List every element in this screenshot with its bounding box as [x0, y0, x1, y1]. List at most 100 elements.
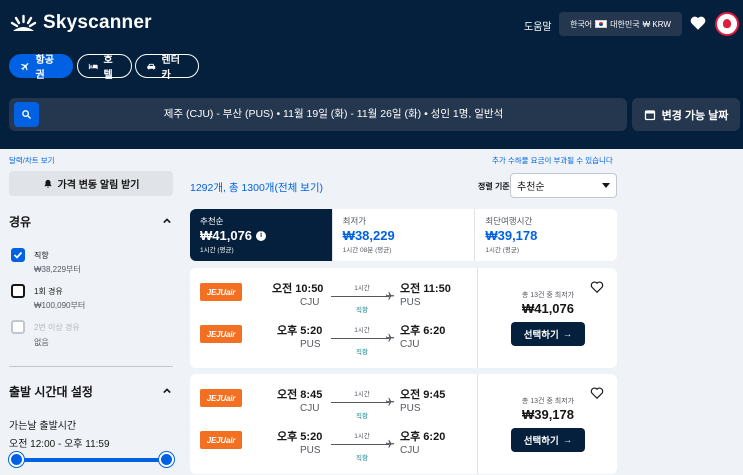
direct-label: 직항 — [356, 349, 368, 356]
currency-label: ₩ KRW — [642, 19, 671, 29]
outbound-leg: JEJUair 오전 10:50 CJU 1시간 직항 오전 11:50 PUS — [190, 277, 477, 317]
bed-icon — [88, 63, 98, 69]
return-leg: JEJUair 오후 5:20 PUS 1시간 직항 오후 6:20 CJU — [190, 425, 477, 465]
tab-hotels[interactable]: 호텔 — [77, 54, 132, 81]
plane-icon — [385, 397, 395, 406]
flight-legs: JEJUair 오전 8:45 CJU 1시간 직항 오전 9:45 PUS J… — [190, 374, 477, 474]
stops-multi-checkbox — [11, 320, 25, 334]
results-count[interactable]: 1292개, 총 1300개(전체 보기) — [190, 180, 323, 195]
search-button[interactable] — [14, 102, 39, 127]
tab-cheapest[interactable]: 최저가 ₩38,229 1시간 08분 (평균) — [333, 209, 476, 261]
locale-selector[interactable]: 한국어 대한민국 ₩ KRW — [559, 12, 682, 36]
chevron-up-icon[interactable] — [163, 387, 171, 395]
flight-duration: 1시간 — [354, 285, 370, 292]
direct-label: 직항 — [356, 307, 368, 314]
bell-icon — [44, 179, 51, 188]
chevron-down-icon — [602, 183, 610, 188]
departure-time: 오후 5:20 — [277, 325, 323, 337]
help-link[interactable]: 도움말 — [524, 18, 552, 33]
sort-select[interactable]: 추천순 — [510, 173, 617, 198]
search-icon — [22, 110, 31, 119]
plane-icon — [385, 291, 395, 300]
sunrise-logo-icon — [10, 14, 37, 31]
arrow-right-icon: → — [562, 434, 573, 446]
arrival-time: 오전 11:50 — [400, 283, 451, 295]
offers-count: 총 13건 중 최저가 — [521, 398, 575, 405]
airline-logo: JEJUair — [200, 431, 242, 449]
flight-result-card[interactable]: JEJUair 오전 8:45 CJU 1시간 직항 오전 9:45 PUS J… — [190, 374, 617, 474]
arrival-time: 오전 9:45 — [400, 389, 446, 401]
arrival-airport: PUS — [400, 403, 421, 414]
tab-car-rental-label: 렌터카 — [161, 55, 180, 81]
avatar[interactable] — [715, 12, 739, 36]
departure-airport: PUS — [300, 445, 321, 456]
calendar-icon — [644, 109, 655, 120]
departure-time: 오전 10:50 — [272, 283, 324, 295]
stops-multi-price: 없음 — [34, 338, 49, 347]
arrival-airport: CJU — [400, 445, 420, 456]
plane-icon — [20, 62, 29, 71]
car-icon — [147, 63, 156, 69]
arrival-airport: CJU — [400, 339, 420, 350]
stops-one-checkbox[interactable] — [11, 284, 25, 298]
calendar-chart-link[interactable]: 달력/차트 보기 — [9, 155, 55, 166]
baggage-fee-notice[interactable]: 추가 수하물 요금이 부과될 수 있습니다 — [492, 155, 613, 166]
tab-car-rental[interactable]: 렌터카 — [135, 54, 199, 81]
stops-direct-checkbox[interactable] — [11, 248, 25, 262]
tab-hotels-label: 호텔 — [103, 55, 113, 81]
tab-duration: 1시간 08분 (평균) — [342, 247, 392, 254]
tab-name: 추천순 — [200, 216, 224, 226]
heart-icon[interactable] — [689, 14, 707, 32]
price-alert-button[interactable]: 가격 변동 알림 받기 — [9, 171, 173, 196]
select-button-label: 선택하기 — [523, 330, 559, 341]
direct-label: 직항 — [356, 413, 368, 420]
stops-direct-label: 직항 — [34, 251, 49, 260]
flight-result-card[interactable]: JEJUair 오전 10:50 CJU 1시간 직항 오전 11:50 PUS… — [190, 268, 617, 368]
flight-legs: JEJUair 오전 10:50 CJU 1시간 직항 오전 11:50 PUS… — [190, 268, 477, 368]
select-button-label: 선택하기 — [523, 436, 559, 447]
arrow-right-icon: → — [562, 328, 573, 340]
slider-start-handle[interactable] — [8, 452, 24, 467]
slider-end-handle[interactable] — [158, 452, 174, 467]
airline-logo: JEJUair — [200, 389, 242, 407]
sort-tabs: 추천순 ₩41,076 i 1시간 (평균) 최저가 ₩38,229 1시간 08… — [190, 209, 617, 261]
language-label: 한국어 — [570, 19, 593, 29]
tab-flights[interactable]: 항공권 — [9, 54, 73, 81]
arrival-airport: PUS — [400, 297, 421, 308]
country-label: 대한민국 — [610, 19, 640, 29]
select-button[interactable]: 선택하기 → — [511, 428, 585, 452]
departure-airport: CJU — [300, 403, 320, 414]
flight-duration: 1시간 — [354, 391, 370, 398]
flexible-dates-button[interactable]: 변경 가능 날짜 — [632, 98, 740, 131]
search-summary-text[interactable]: 제주 (CJU) - 부산 (PUS) • 11월 19일 (화) - 11월 … — [40, 98, 627, 131]
stops-one-label: 1회 경유 — [34, 287, 63, 296]
arrival-time: 오후 6:20 — [400, 431, 446, 443]
outbound-departure-label: 가는날 출발시간 — [9, 421, 77, 432]
route-line — [331, 402, 389, 403]
return-leg: JEJUair 오후 5:20 PUS 1시간 직항 오후 6:20 CJU — [190, 319, 477, 359]
tab-best[interactable]: 추천순 ₩41,076 i 1시간 (평균) — [190, 209, 333, 261]
chevron-up-icon[interactable] — [163, 217, 171, 225]
price-alert-label: 가격 변동 알림 받기 — [57, 180, 140, 191]
stops-one-price: ₩100,090부터 — [34, 301, 86, 310]
tab-price: ₩39,178 — [485, 228, 538, 243]
tab-fastest[interactable]: 최단여행시간 ₩39,178 1시간 (평균) — [475, 209, 617, 261]
tab-name: 최단여행시간 — [485, 216, 533, 226]
sort-label: 정렬 기준 — [478, 182, 510, 191]
tab-duration: 1시간 (평균) — [485, 247, 520, 254]
logo[interactable]: Skyscanner — [10, 12, 152, 34]
tab-duration: 1시간 (평균) — [200, 247, 234, 254]
korea-flag-icon — [595, 20, 608, 28]
outbound-leg: JEJUair 오전 8:45 CJU 1시간 직항 오전 9:45 PUS — [190, 383, 477, 423]
price-panel: 총 13건 중 최저가 ₩41,076 선택하기 → — [477, 268, 617, 368]
stops-filter-title: 경유 — [9, 215, 32, 229]
brand-name: Skyscanner — [43, 12, 152, 33]
departure-airport: PUS — [300, 339, 321, 350]
select-button[interactable]: 선택하기 → — [511, 322, 585, 346]
card-price: ₩39,178 — [521, 407, 575, 422]
departure-time-slider-track[interactable] — [16, 458, 166, 462]
plane-icon — [385, 439, 395, 448]
info-icon[interactable]: i — [256, 230, 267, 241]
flight-duration: 1시간 — [354, 433, 370, 440]
departure-time: 오전 8:45 — [277, 389, 323, 401]
